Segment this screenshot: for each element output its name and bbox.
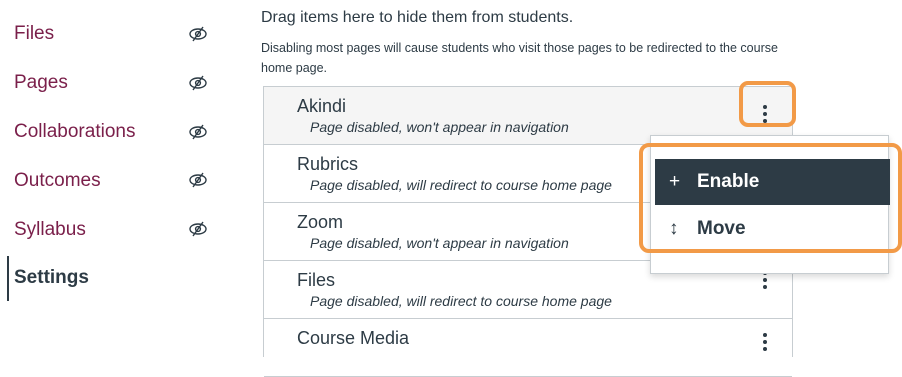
hidden-section-description: Disabling most pages will cause students… xyxy=(261,41,778,75)
nav-item-files[interactable]: Files xyxy=(14,22,54,46)
menu-highlight xyxy=(639,143,902,253)
list-item-name: Zoom xyxy=(297,212,344,232)
list-item[interactable]: Course Media xyxy=(264,319,792,377)
eye-slash-icon xyxy=(189,75,207,91)
list-item-name: Rubrics xyxy=(297,154,359,174)
list-item-name: Course Media xyxy=(297,328,410,348)
eye-slash-icon xyxy=(189,172,207,188)
list-item-name: Akindi xyxy=(297,96,347,116)
kebab-highlight xyxy=(739,81,796,127)
hidden-section-title: Drag items here to hide them from studen… xyxy=(261,9,574,26)
kebab-menu-icon[interactable] xyxy=(762,333,768,353)
nav-item-outcomes[interactable]: Outcomes xyxy=(14,169,101,193)
list-item-status: Page disabled, won't appear in navigatio… xyxy=(310,235,569,251)
nav-item-collaborations[interactable]: Collaborations xyxy=(14,120,135,144)
list-item-status: Page disabled, won't appear in navigatio… xyxy=(310,119,569,135)
active-indicator xyxy=(7,256,9,301)
eye-slash-icon xyxy=(189,26,207,42)
kebab-menu-icon[interactable] xyxy=(762,271,768,291)
eye-slash-icon xyxy=(189,124,207,140)
nav-item-settings[interactable]: Settings xyxy=(14,266,89,290)
nav-item-pages[interactable]: Pages xyxy=(14,71,68,95)
list-item-status: Page disabled, will redirect to course h… xyxy=(310,177,612,193)
nav-item-syllabus[interactable]: Syllabus xyxy=(14,218,86,242)
list-item-name: Files xyxy=(297,270,336,290)
eye-slash-icon xyxy=(189,221,207,237)
list-item-status: Page disabled, will redirect to course h… xyxy=(310,293,612,309)
